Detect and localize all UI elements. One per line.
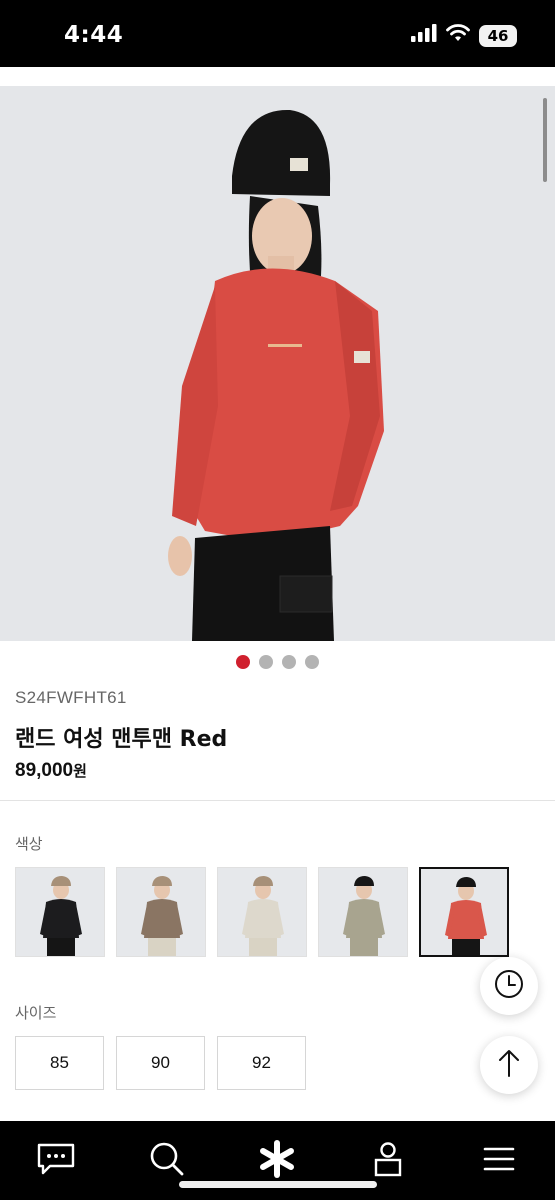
- my-page-button[interactable]: [366, 1139, 410, 1183]
- cellular-signal-icon: [411, 24, 437, 47]
- size-option[interactable]: 85: [15, 1036, 104, 1090]
- chat-button[interactable]: [34, 1139, 78, 1183]
- size-option[interactable]: 92: [217, 1036, 306, 1090]
- swatch-thumbnail: [319, 868, 407, 956]
- my-page-icon: [373, 1141, 403, 1182]
- menu-icon: [483, 1146, 515, 1177]
- swatch-thumbnail: [421, 869, 507, 955]
- size-label: 사이즈: [15, 1004, 57, 1022]
- color-swatch[interactable]: [217, 867, 307, 957]
- product-code: S24FWFHT61: [15, 688, 127, 707]
- carousel-dot[interactable]: [259, 655, 273, 669]
- chat-icon: [36, 1142, 76, 1181]
- recent-history-button[interactable]: [480, 957, 538, 1015]
- color-swatch[interactable]: [318, 867, 408, 957]
- model-illustration: [0, 86, 555, 641]
- divider: [0, 800, 555, 801]
- swatch-thumbnail: [218, 868, 306, 956]
- bottom-nav: [0, 1121, 555, 1200]
- search-icon: [149, 1141, 185, 1182]
- home-indicator: [179, 1181, 377, 1188]
- color-options: [15, 867, 509, 957]
- swatch-thumbnail: [117, 868, 205, 956]
- product-price: 89,000원: [15, 760, 87, 782]
- battery-icon: 46: [479, 24, 517, 47]
- home-button[interactable]: [255, 1139, 299, 1183]
- brand-asterisk-icon: [258, 1139, 296, 1183]
- product-image[interactable]: [0, 86, 555, 641]
- swatch-thumbnail: [16, 868, 104, 956]
- color-swatch[interactable]: [116, 867, 206, 957]
- size-option[interactable]: 90: [116, 1036, 205, 1090]
- menu-button[interactable]: [477, 1139, 521, 1183]
- carousel-dot[interactable]: [282, 655, 296, 669]
- carousel-dots[interactable]: [0, 655, 555, 669]
- wifi-icon: [446, 24, 470, 47]
- scroll-thumb[interactable]: [543, 98, 547, 182]
- color-swatch[interactable]: [419, 867, 509, 957]
- product-name: 랜드 여성 맨투맨 Red: [15, 727, 228, 752]
- price-value: 89,000: [15, 760, 74, 781]
- carousel-dot[interactable]: [305, 655, 319, 669]
- color-label: 색상: [15, 835, 43, 853]
- status-bar: 4:44 46: [0, 0, 555, 67]
- size-options: 85 90 92: [15, 1036, 306, 1090]
- carousel-dot[interactable]: [236, 655, 250, 669]
- arrow-up-icon: [497, 1048, 521, 1083]
- scroll-to-top-button[interactable]: [480, 1036, 538, 1094]
- status-time: 4:44: [64, 22, 124, 48]
- price-currency: 원: [73, 762, 87, 780]
- color-swatch[interactable]: [15, 867, 105, 957]
- search-button[interactable]: [145, 1139, 189, 1183]
- clock-icon: [493, 968, 525, 1005]
- status-icons: 46: [411, 24, 517, 47]
